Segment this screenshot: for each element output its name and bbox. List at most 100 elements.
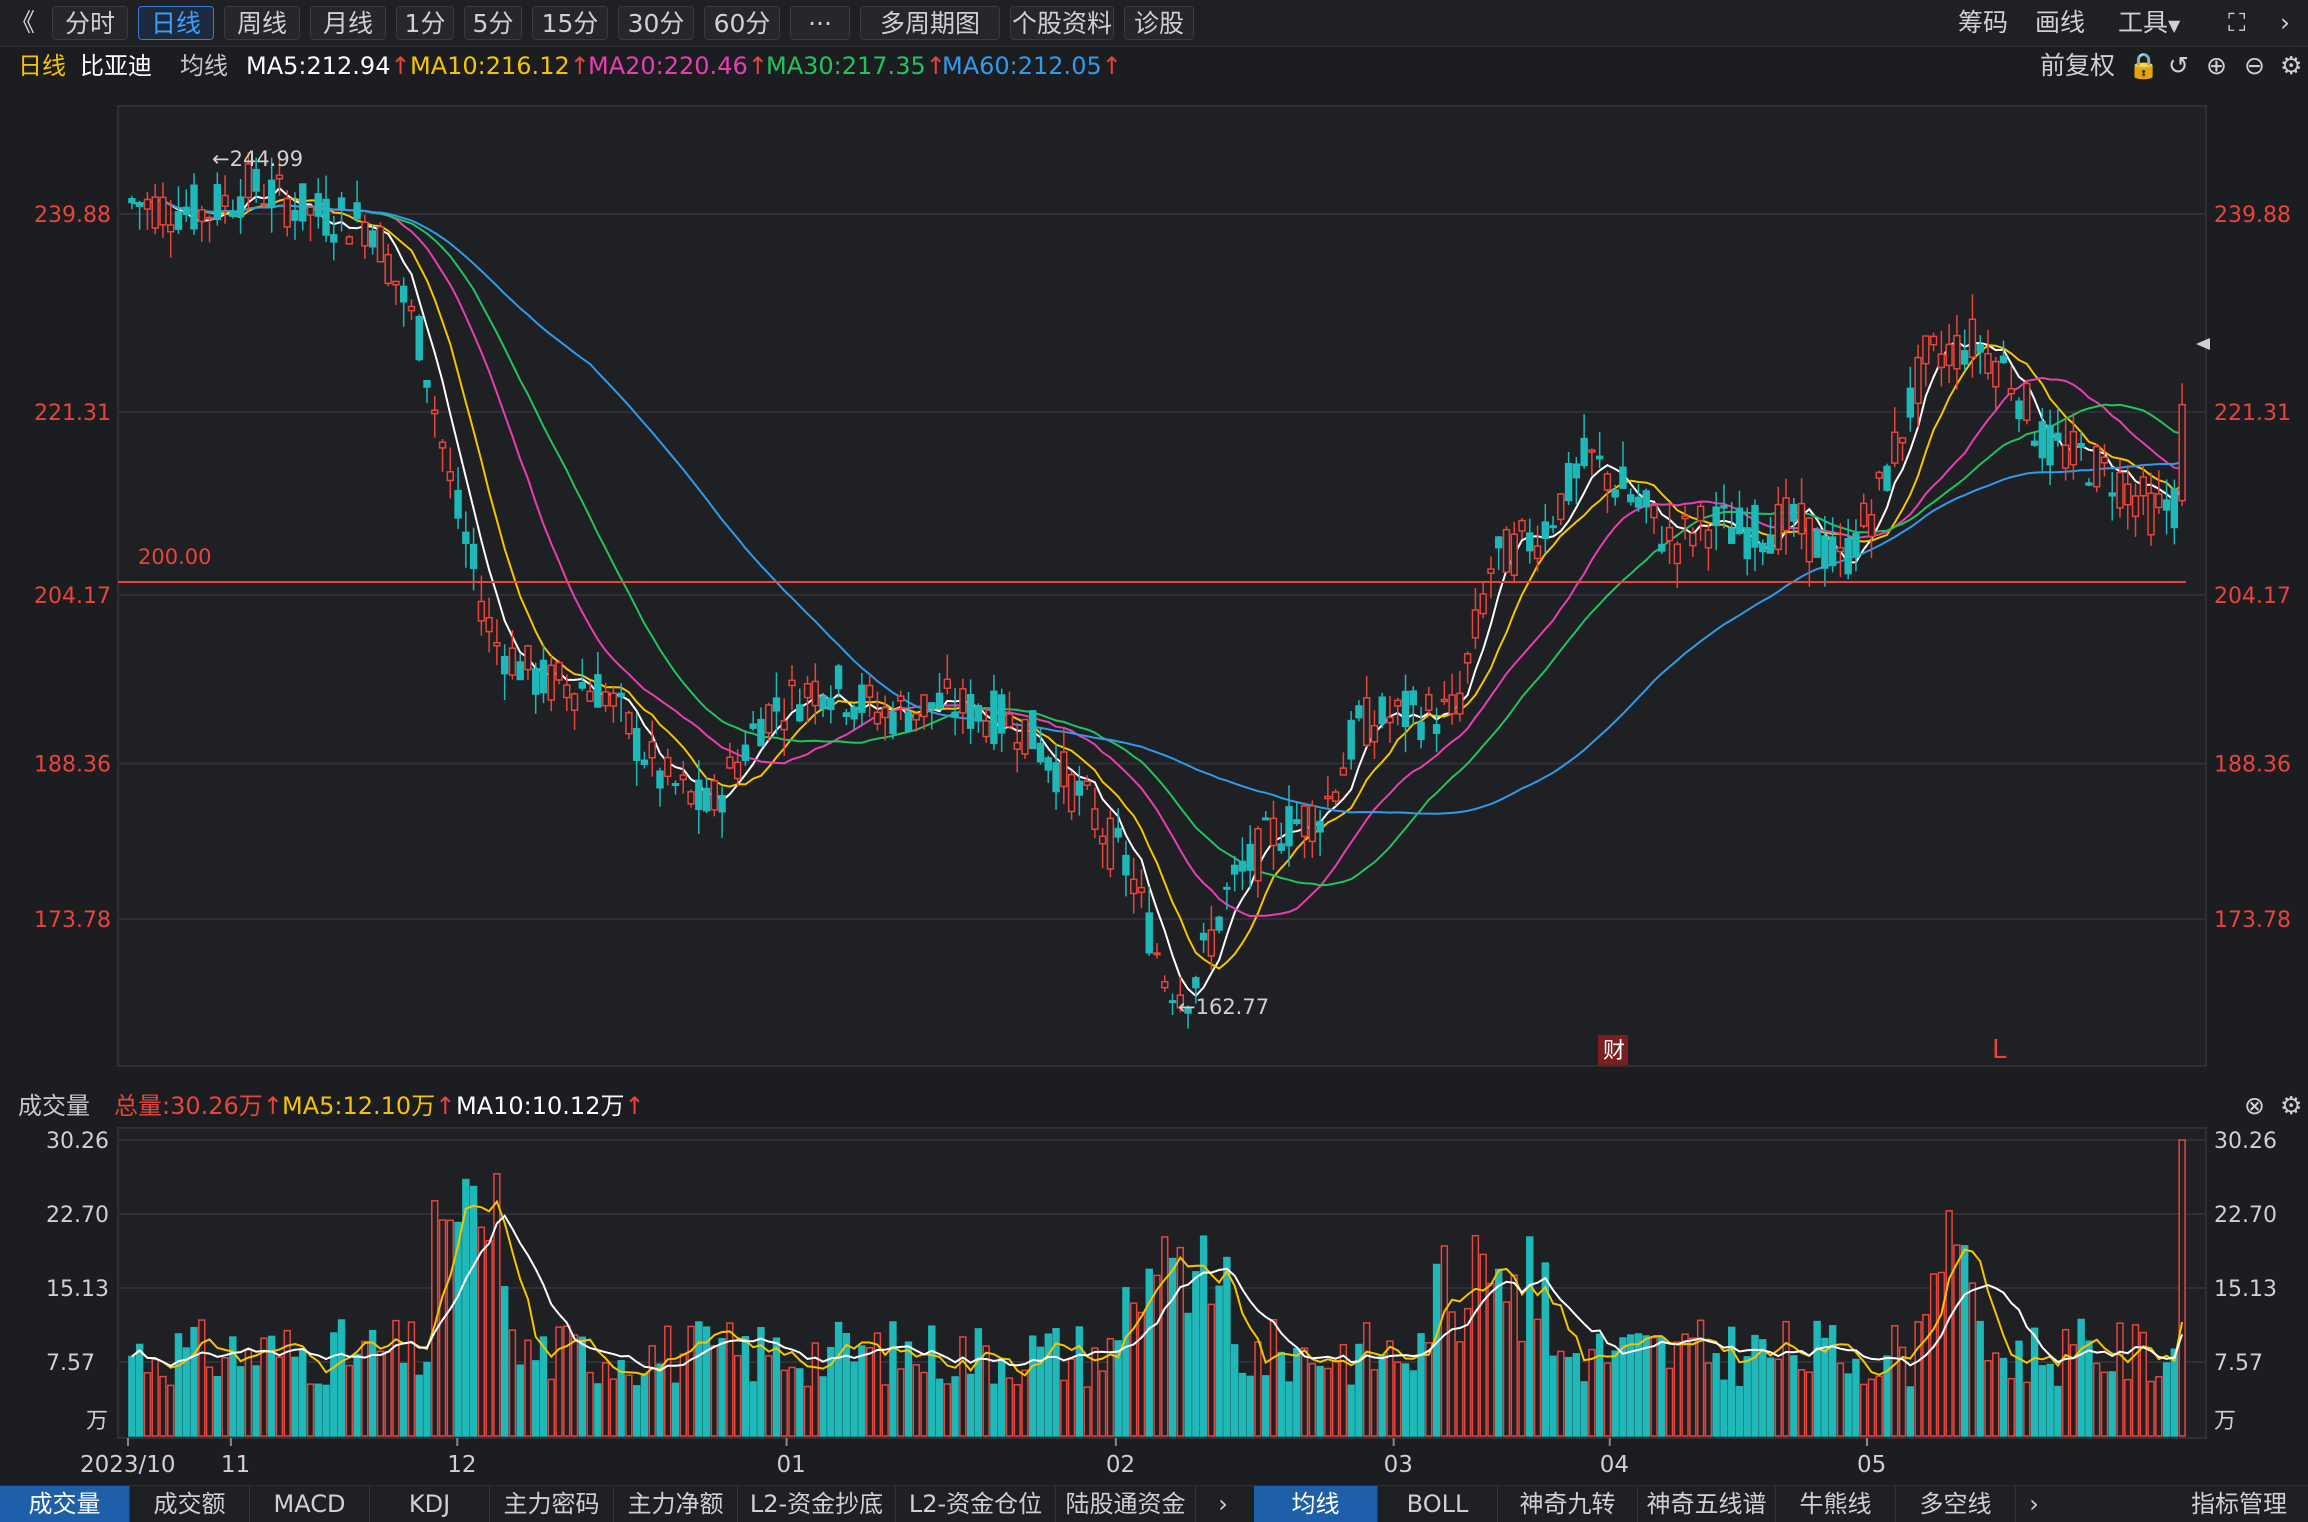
candle-body: [811, 680, 819, 707]
candle-body: [1114, 827, 1122, 838]
period-button-2[interactable]: 周线: [224, 6, 300, 40]
volume-bar: [306, 1383, 315, 1437]
volume-bar: [2100, 1371, 2109, 1437]
candle-body: [1479, 593, 1487, 615]
l-badge[interactable]: L: [1992, 1035, 2007, 1065]
volume-bar: [205, 1366, 214, 1437]
period-button-6[interactable]: 15分: [532, 6, 608, 40]
period-button-7[interactable]: 30分: [618, 6, 694, 40]
period-button-8[interactable]: 60分: [704, 6, 780, 40]
adjust-select[interactable]: 前复权: [2040, 50, 2115, 82]
overlay-tab-5[interactable]: 多空线: [1896, 1486, 2016, 1522]
indicator-tab-5[interactable]: 主力净额: [614, 1486, 738, 1522]
volume-bar: [1665, 1367, 1674, 1437]
candle-body: [1541, 521, 1550, 540]
volume-bar: [1417, 1333, 1425, 1437]
settings-icon[interactable]: ⚙: [2280, 50, 2302, 82]
volume-bar: [1712, 1353, 1720, 1437]
volume-bar: [500, 1286, 509, 1437]
candle-body: [2007, 387, 2015, 395]
volume-bar: [935, 1378, 944, 1437]
volume-chart[interactable]: 30.26 30.26 22.70 22.70 15.13 15.13 7.57 7.57 万 万…: [0, 1126, 2308, 1482]
candle-body: [1533, 545, 1542, 560]
overlay-tab-2[interactable]: 神奇九转: [1498, 1486, 1638, 1522]
more-icon[interactable]: ›: [2280, 6, 2290, 40]
zoom-in-icon[interactable]: ⊕: [2206, 50, 2227, 82]
draw-button[interactable]: 画线: [2035, 6, 2085, 40]
volume-bar: [213, 1375, 222, 1437]
indicator-tab-7[interactable]: L2-资金仓位: [896, 1486, 1056, 1522]
indicator-tab-4[interactable]: 主力密码: [490, 1486, 614, 1522]
indicator-tab-1[interactable]: 成交额: [130, 1486, 250, 1522]
indicator-tab-3[interactable]: KDJ: [370, 1486, 490, 1522]
tabs-right-next-icon[interactable]: ›: [2016, 1486, 2052, 1522]
volume-bar: [710, 1345, 719, 1437]
candle-body: [1782, 497, 1790, 532]
volume-bar: [1572, 1353, 1581, 1437]
period-button-0[interactable]: 分时: [52, 6, 128, 40]
period-button-5[interactable]: 5分: [464, 6, 522, 40]
volume-bar: [664, 1325, 672, 1437]
candle-body: [1277, 843, 1285, 851]
indicator-tab-2[interactable]: MACD: [250, 1486, 370, 1522]
candle-body: [2085, 482, 2093, 486]
indicator-tab-6[interactable]: L2-资金抄底: [738, 1486, 896, 1522]
volume-settings-icon[interactable]: ⚙: [2280, 1090, 2302, 1122]
candle-body: [1021, 718, 1029, 755]
volume-bar: [1075, 1326, 1084, 1437]
volume-bar: [928, 1325, 936, 1437]
volume-bar: [392, 1319, 400, 1437]
overlay-tab-4[interactable]: 牛熊线: [1776, 1486, 1896, 1522]
price-chart[interactable]: 200.00 ←244.99 ←162.77 财 L 239.88 239.88 2…: [0, 88, 2308, 1073]
period-button-1[interactable]: 日线: [138, 6, 214, 40]
cai-badge[interactable]: 财: [1598, 1035, 1628, 1065]
candle-body: [415, 315, 423, 361]
candle-body: [368, 230, 377, 248]
price-tick-right: 173.78: [2214, 908, 2291, 933]
candle-body: [299, 183, 307, 222]
candle-body: [1448, 694, 1456, 715]
candle-body: [1036, 742, 1045, 763]
indicator-tab-8[interactable]: 陆股通资金: [1056, 1486, 1196, 1522]
close-panel-icon[interactable]: ⊗: [2244, 1090, 2265, 1122]
fullscreen-icon[interactable]: ⛶: [2228, 6, 2246, 40]
volume-bar: [1867, 1378, 1876, 1437]
volume-bar: [2124, 1378, 2132, 1437]
period-button-9[interactable]: ···: [790, 6, 850, 40]
volume-bar: [1906, 1386, 1915, 1437]
ma20-value: MA20:220.46↑: [588, 52, 768, 80]
candle-body: [671, 783, 680, 787]
overlay-tab-0[interactable]: 均线: [1254, 1486, 1378, 1522]
candle-body: [1526, 532, 1534, 552]
volume-bar: [1828, 1325, 1837, 1437]
lock-icon[interactable]: 🔒: [2128, 50, 2159, 82]
candle-body: [1898, 437, 1907, 444]
tabs-left-next-icon[interactable]: ›: [1205, 1486, 1241, 1522]
volume-bar: [1914, 1321, 1922, 1437]
overlay-tab-1[interactable]: BOLL: [1378, 1486, 1498, 1522]
candle-body: [1502, 528, 1511, 573]
candle-body: [1797, 502, 1806, 535]
candle-body: [1992, 360, 2000, 388]
period-button-3[interactable]: 月线: [310, 6, 386, 40]
period-button-4[interactable]: 1分: [396, 6, 454, 40]
candle-body: [198, 209, 206, 223]
indicator-tab-0[interactable]: 成交量: [0, 1486, 130, 1522]
chips-button[interactable]: 筹码: [1958, 6, 2008, 40]
zoom-out-icon[interactable]: ⊖: [2244, 50, 2265, 82]
candle-body: [1432, 724, 1441, 734]
candle-body: [1572, 463, 1581, 479]
undo-icon[interactable]: ↺: [2168, 50, 2189, 82]
candle-body: [1394, 699, 1402, 707]
candle-body: [1285, 806, 1293, 847]
candle-body: [1013, 742, 1021, 750]
tools-button[interactable]: 工具▼: [2118, 6, 2180, 40]
period-button-12[interactable]: 诊股: [1124, 6, 1194, 40]
ma-title[interactable]: 均线: [180, 50, 228, 82]
period-button-10[interactable]: 多周期图: [860, 6, 1000, 40]
period-button-11[interactable]: 个股资料: [1010, 6, 1114, 40]
candle-body: [1106, 817, 1115, 870]
indicator-manage-button[interactable]: 指标管理: [2170, 1486, 2308, 1522]
overlay-tab-3[interactable]: 神奇五线谱: [1638, 1486, 1776, 1522]
back-button[interactable]: 《: [10, 6, 35, 40]
